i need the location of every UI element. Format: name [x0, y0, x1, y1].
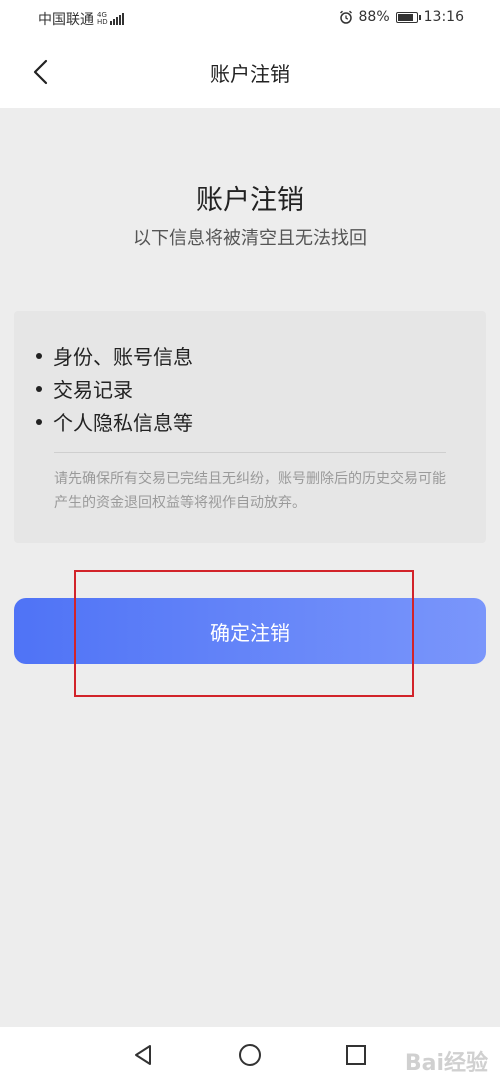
- watermark: Bai经验: [405, 1045, 488, 1077]
- nav-header: 账户注销: [0, 36, 500, 108]
- system-back-button[interactable]: [129, 1041, 157, 1069]
- list-item-label: 身份、账号信息: [53, 345, 193, 369]
- status-bar: 中国联通 4G HD 88% 13:16: [0, 0, 500, 36]
- square-recent-icon: [346, 1045, 366, 1065]
- list-item: 交易记录: [36, 372, 193, 405]
- bullet-icon: [36, 352, 42, 359]
- system-nav-bar: Bai经验: [0, 1027, 500, 1083]
- warning-note: 请先确保所有交易已完结且无纠纷，账号删除后的历史交易可能产生的资金退回权益等将视…: [54, 471, 446, 511]
- network-hd: HD: [97, 18, 108, 26]
- bullet-icon: [36, 418, 42, 425]
- battery-percent: 88%: [358, 9, 390, 25]
- list-item-label: 交易记录: [53, 378, 133, 402]
- signal-icon: [109, 13, 125, 25]
- list-item: 身份、账号信息: [36, 339, 193, 372]
- card-divider: [54, 452, 446, 453]
- info-card: 身份、账号信息 交易记录 个人隐私信息等 请先确保所有交易已完结且无纠纷，账号删…: [14, 311, 486, 543]
- clock-time: 13:16: [423, 9, 464, 25]
- circle-home-icon: [239, 1044, 261, 1066]
- system-home-button[interactable]: [236, 1041, 264, 1069]
- hero-title: 账户注销: [196, 185, 304, 216]
- watermark-text: Bai经验: [404, 1051, 488, 1076]
- battery-fill: [397, 13, 413, 21]
- network-badge: 4G HD: [97, 12, 108, 26]
- carrier-name: 中国联通: [38, 12, 94, 28]
- list-item-label: 个人隐私信息等: [53, 411, 193, 435]
- confirm-cancel-account-button[interactable]: 确定注销: [14, 598, 486, 664]
- page-title: 账户注销: [210, 62, 290, 86]
- list-item: 个人隐私信息等: [36, 405, 193, 438]
- cleared-info-list: 身份、账号信息 交易记录 个人隐私信息等: [36, 339, 193, 438]
- triangle-back-icon: [135, 1045, 151, 1065]
- status-left: 中国联通 4G HD: [38, 9, 125, 29]
- status-right: 88% 13:16: [339, 9, 464, 25]
- bullet-icon: [36, 385, 42, 392]
- battery-icon: [395, 11, 421, 23]
- hero-subtitle: 以下信息将被清空且无法找回: [133, 228, 367, 249]
- system-recent-button[interactable]: [342, 1041, 370, 1069]
- alarm-icon: [339, 10, 352, 24]
